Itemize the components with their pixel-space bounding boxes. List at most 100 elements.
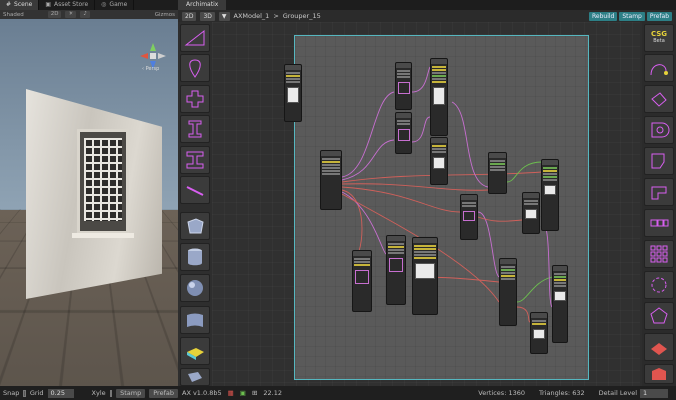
node-repeater[interactable]: [522, 192, 540, 234]
tab-game[interactable]: ◎ Game: [95, 0, 135, 10]
node-extrude[interactable]: [430, 58, 448, 136]
plane-icon: [187, 313, 203, 327]
triangle-shape-icon: [184, 29, 205, 46]
breadcrumb-model[interactable]: AXModel_1: [234, 12, 270, 20]
tool-wide-i-beam[interactable]: [180, 146, 210, 174]
tool-curve-point[interactable]: [644, 54, 674, 82]
mode-3d-button[interactable]: 3D: [200, 11, 215, 21]
tool-polygon-repeater[interactable]: [644, 302, 674, 330]
rebuild-button[interactable]: Rebuild: [589, 11, 618, 21]
audio-toggle-icon[interactable]: ♪: [80, 11, 90, 18]
corner-shape-icon: [651, 153, 665, 169]
stamp-button[interactable]: Stamp: [619, 11, 645, 21]
tool-chain-shape[interactable]: [644, 209, 674, 237]
node-repeater[interactable]: [541, 159, 559, 231]
tool-extrude[interactable]: [180, 337, 210, 365]
tool-grid-repeater[interactable]: [644, 240, 674, 268]
tool-i-beam[interactable]: [180, 115, 210, 143]
tool-l-shape[interactable]: [644, 178, 674, 206]
status-middle: AX v1.0.8b5 ▦ ▣ ⊞ 22.12: [178, 389, 282, 397]
scene-viewport[interactable]: ‹ Persp: [0, 19, 178, 386]
grid-input[interactable]: 0.25: [47, 388, 74, 398]
graph-layout-icon[interactable]: ⊞: [252, 389, 257, 397]
window-grille: [84, 138, 122, 221]
xyle-label: Xyle: [91, 389, 106, 397]
node-wires: [341, 66, 553, 323]
node-shape[interactable]: [460, 194, 478, 240]
i-beam-icon: [188, 120, 202, 138]
polygon-repeater-icon: [650, 307, 668, 324]
tool-teardrop[interactable]: [180, 54, 210, 82]
gizmos-dropdown[interactable]: Gizmos: [155, 12, 175, 18]
tool-cylinder[interactable]: [180, 243, 210, 271]
node-shape[interactable]: [284, 64, 302, 122]
tab-archimatix[interactable]: Archimatix: [178, 0, 227, 10]
tool-cube[interactable]: [180, 212, 210, 240]
scene-toolbar: Shaded 2D ☀ ♪ Gizmos: [0, 10, 178, 19]
scene-icon: #: [6, 1, 12, 8]
node-repeater[interactable]: [499, 258, 517, 326]
tab-asset-store[interactable]: ▣ Asset Store: [39, 0, 96, 10]
library-toggle-icon[interactable]: ▣: [240, 389, 246, 397]
breadcrumb-separator: >: [273, 12, 279, 20]
menu-dropdown-icon[interactable]: ▼: [218, 11, 230, 21]
light-toggle-icon[interactable]: ☀: [65, 11, 77, 18]
vertices-count: Vertices: 1360: [478, 389, 526, 397]
node-repeater[interactable]: [488, 152, 507, 194]
grid-label: Grid: [29, 389, 44, 397]
scene-tabs: # Scene ▣ Asset Store ◎ Game: [0, 0, 178, 10]
radial-repeater-icon: [651, 277, 667, 293]
node-graph-canvas[interactable]: [212, 22, 640, 386]
tool-plane[interactable]: [180, 306, 210, 334]
detail-level-input[interactable]: 1: [640, 388, 668, 398]
node-grouper[interactable]: [320, 150, 342, 210]
cylinder-icon: [188, 248, 202, 266]
node-shape[interactable]: [530, 312, 548, 354]
node-extrude[interactable]: [430, 137, 448, 185]
mode-2d-button[interactable]: 2D: [182, 11, 197, 21]
tool-corner-shape[interactable]: [644, 147, 674, 175]
node-shape[interactable]: [395, 112, 412, 154]
tool-cross[interactable]: [180, 85, 210, 113]
tool-floor[interactable]: [644, 333, 674, 361]
status-prefab-button[interactable]: Prefab: [149, 388, 178, 398]
tool-line[interactable]: [180, 176, 210, 204]
floor-icon: [651, 343, 667, 355]
curve-point-icon: [650, 64, 668, 76]
status-stamp-button[interactable]: Stamp: [116, 388, 146, 398]
tool-radial-repeater[interactable]: [644, 271, 674, 299]
tool-sphere[interactable]: [180, 274, 210, 302]
tool-node-graph[interactable]: [644, 85, 674, 113]
triangles-count: Triangles: 632: [539, 389, 585, 397]
zoom-label: 22.12: [263, 389, 282, 397]
shading-dropdown[interactable]: Shaded: [3, 12, 24, 18]
csg-button[interactable]: CSG Beta: [644, 24, 674, 52]
archimatix-toolbar: 2D 3D ▼ AXModel_1 > Grouper_15 Rebuild S…: [178, 10, 676, 22]
breadcrumb-grouper[interactable]: Grouper_15: [283, 12, 321, 20]
snap-checkbox[interactable]: [23, 389, 26, 397]
csg-title: CSG: [650, 30, 668, 38]
detail-level: Detail Level 1: [599, 388, 668, 398]
node-repeater[interactable]: [552, 265, 568, 343]
tool-box[interactable]: [180, 368, 210, 386]
window-mesh[interactable]: [77, 129, 129, 234]
store-icon: ▣: [45, 1, 51, 8]
node-shape[interactable]: [395, 62, 412, 110]
tool-offset-shape[interactable]: [644, 116, 674, 144]
xyle-checkbox[interactable]: [109, 389, 113, 397]
cube-icon: [187, 218, 204, 234]
node-shape[interactable]: [352, 250, 372, 312]
prefab-button[interactable]: Prefab: [646, 11, 672, 21]
node-shape[interactable]: [386, 235, 406, 305]
shape-library: [180, 24, 210, 386]
tool-cube-repeater[interactable]: [644, 364, 674, 384]
header-actions: Rebuild Stamp Prefab: [589, 11, 672, 21]
perspective-label[interactable]: ‹ Persp: [142, 66, 159, 72]
grid-repeater-icon: [650, 245, 668, 263]
grid-toggle-icon[interactable]: ▦: [228, 389, 234, 397]
node-extrude[interactable]: [412, 237, 438, 315]
2d-toggle[interactable]: 2D: [47, 11, 62, 18]
tab-scene[interactable]: # Scene: [0, 0, 40, 10]
tool-triangle[interactable]: [180, 24, 210, 52]
wide-i-beam-icon: [186, 151, 204, 169]
